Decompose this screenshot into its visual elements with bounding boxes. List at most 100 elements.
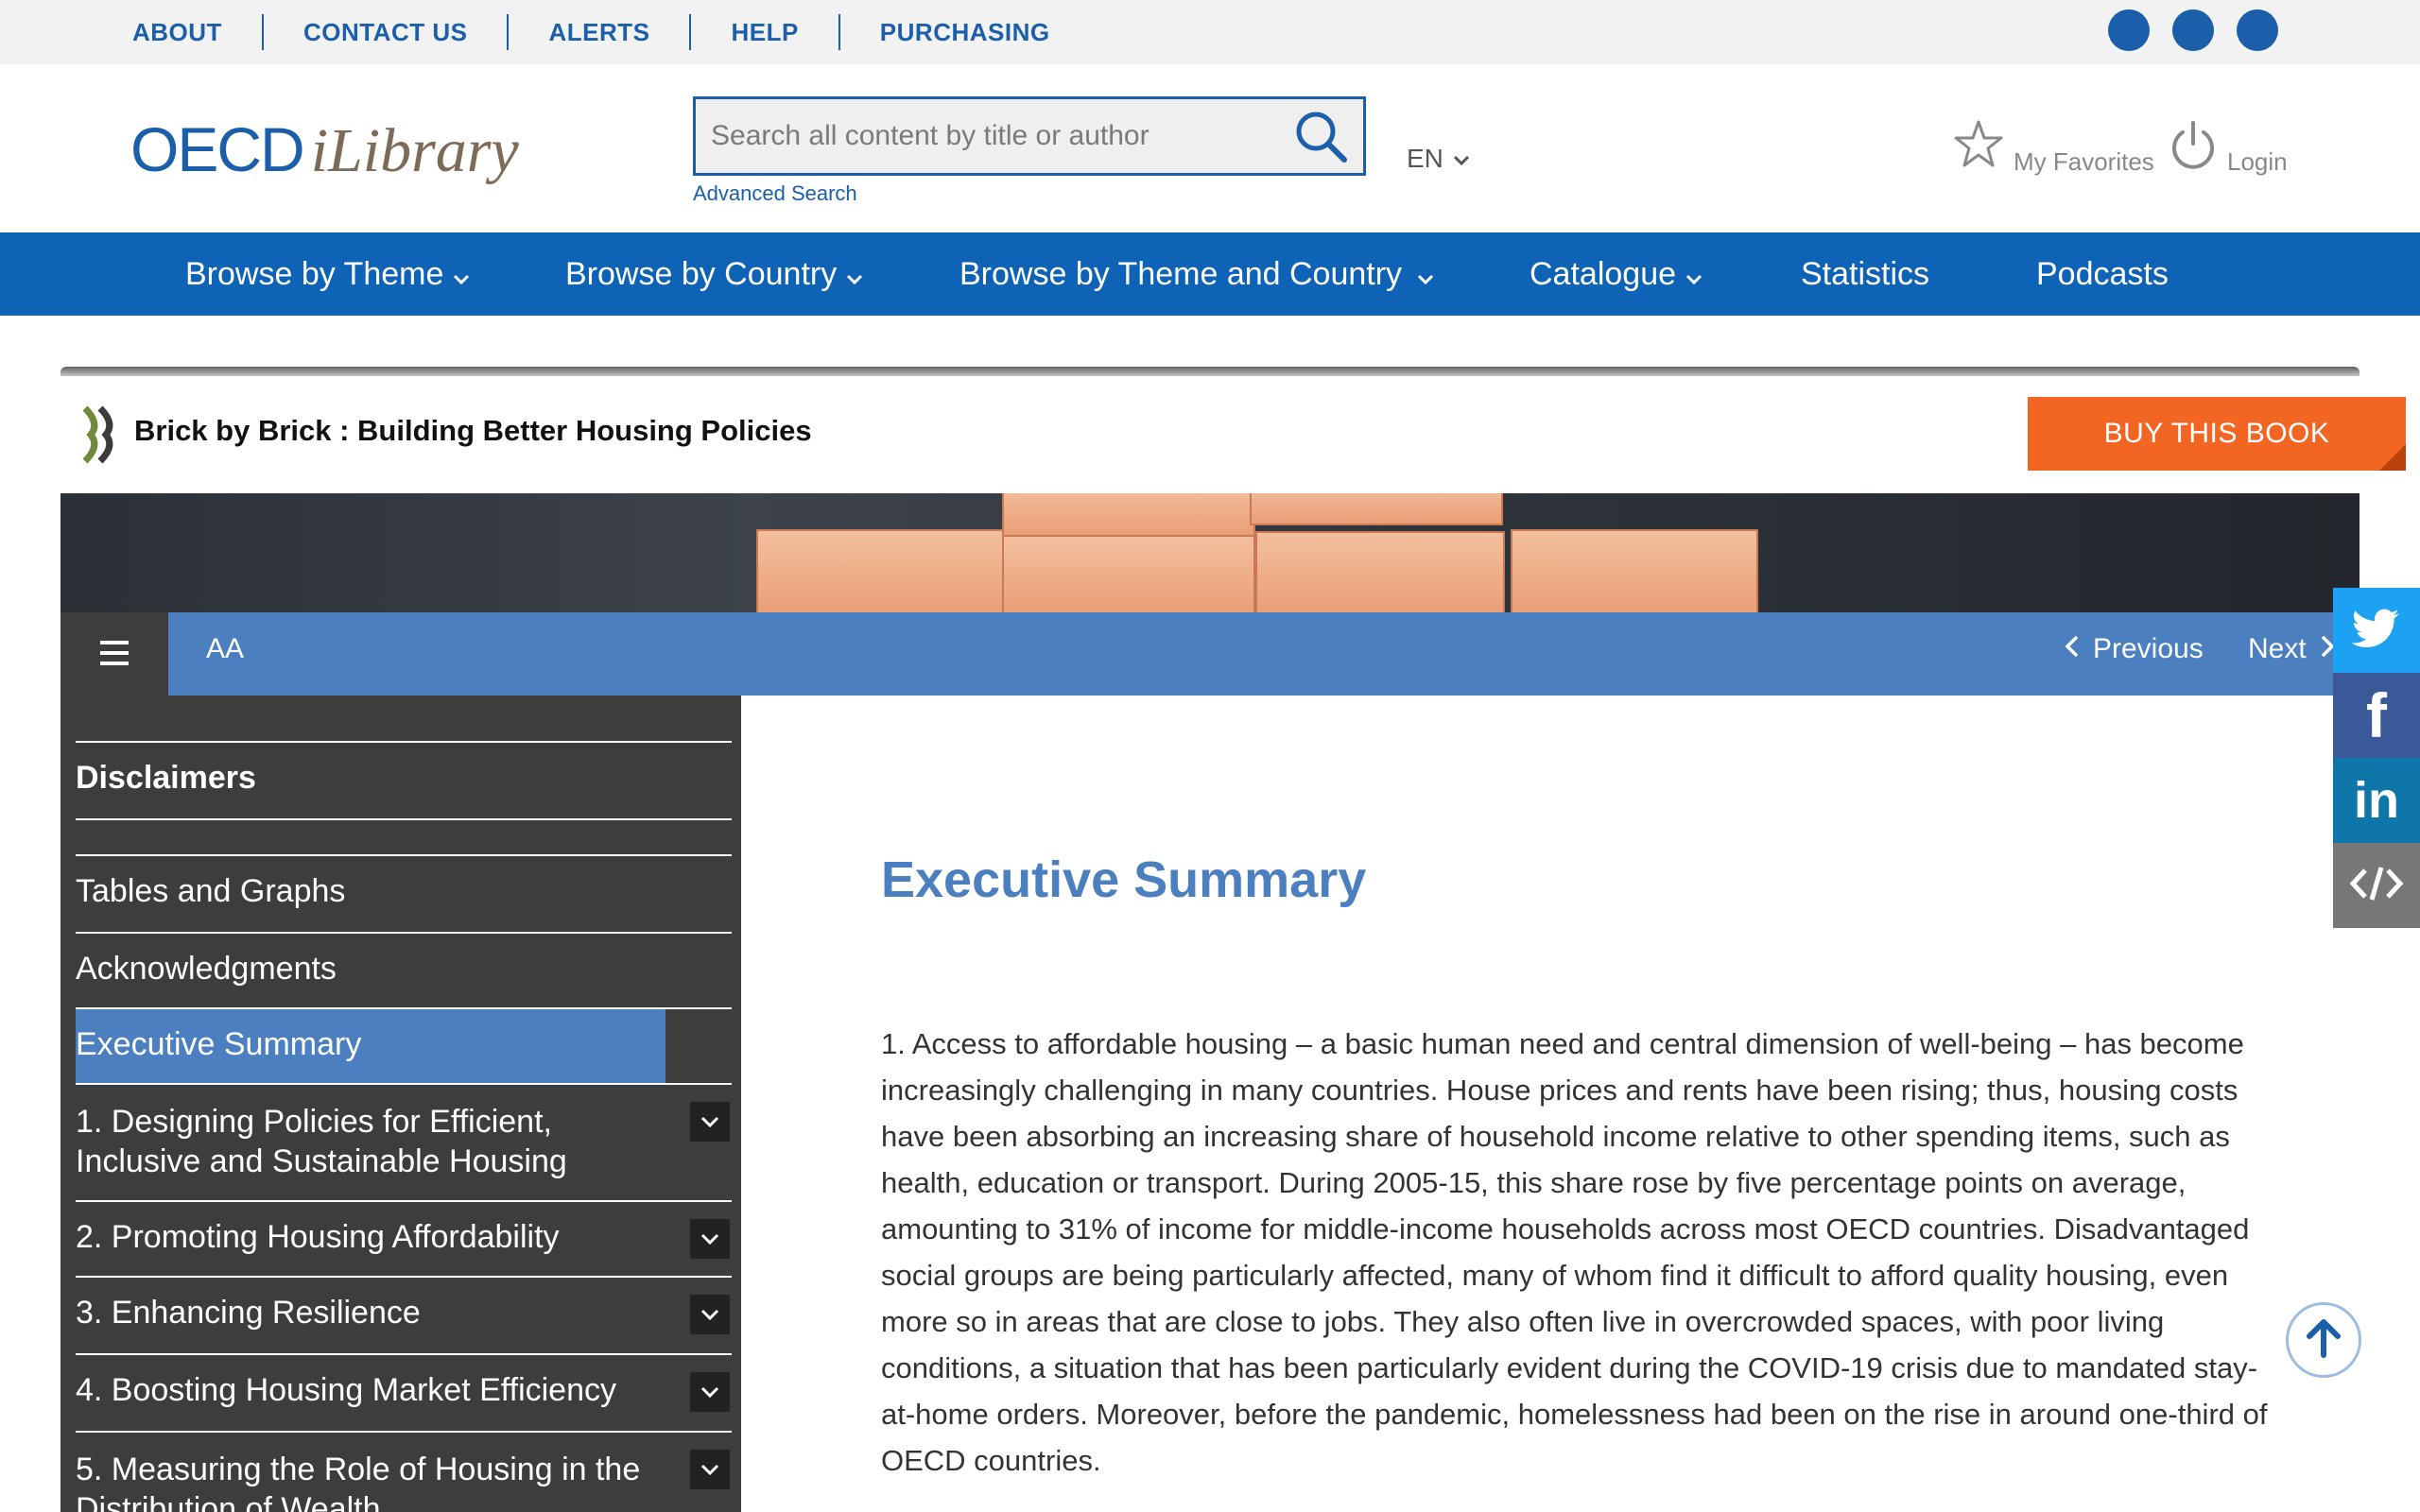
section-title: Executive Summary	[881, 851, 1367, 908]
toc-item-label: 5. Measuring the Role of Housing in the …	[76, 1452, 641, 1512]
chevron-down-icon[interactable]	[690, 1372, 730, 1412]
chevron-down-icon	[1685, 234, 1703, 318]
hamburger-menu-icon	[100, 641, 129, 670]
previous-button[interactable]: Previous	[2065, 633, 2204, 665]
nav-statistics[interactable]: Statistics	[1801, 232, 1929, 316]
chevron-down-icon	[846, 234, 863, 318]
wooden-block	[1002, 493, 1255, 537]
main-nav: Browse by Theme Browse by Country Browse…	[0, 232, 2420, 316]
oecd-ilibrary-logo[interactable]: OECD iLibrary	[130, 113, 519, 187]
login-link[interactable]: Login	[2169, 119, 2288, 177]
nav-browse-by-theme[interactable]: Browse by Theme	[185, 232, 470, 316]
language-selector[interactable]: EN	[1407, 144, 1470, 174]
wooden-block	[1255, 531, 1505, 612]
nav-podcasts[interactable]: Podcasts	[2036, 232, 2169, 316]
nav-label: Browse by Theme and Country	[959, 256, 1403, 292]
nav-catalogue[interactable]: Catalogue	[1530, 232, 1703, 316]
wooden-block	[1511, 529, 1758, 612]
table-of-contents: Disclaimers Tables and Graphs Acknowledg…	[60, 696, 741, 1512]
book-banner-image	[60, 493, 2360, 612]
site-header: OECD iLibrary Advanced Search EN My Favo…	[0, 64, 2420, 232]
chevron-down-icon	[453, 234, 470, 318]
login-label: Login	[2227, 147, 2288, 176]
toc-item-label: 1. Designing Policies for Efficient, Inc…	[76, 1104, 567, 1179]
chevron-down-icon	[1417, 234, 1434, 318]
logo-oecd-text: OECD	[130, 114, 305, 184]
chevron-down-icon[interactable]	[690, 1102, 730, 1142]
book-title: Brick by Brick : Building Better Housing…	[134, 414, 812, 447]
utility-link-contact-us[interactable]: CONTACT US	[261, 14, 508, 50]
book-bar: Brick by Brick : Building Better Housing…	[60, 376, 2406, 493]
toc-item-acknowledgments[interactable]: Acknowledgments	[76, 932, 732, 1007]
chevron-down-icon	[1453, 144, 1470, 174]
next-label: Next	[2248, 633, 2307, 664]
button-corner-notch	[2379, 444, 2406, 471]
utility-nav: ABOUT CONTACT US ALERTS HELP PURCHASING	[132, 0, 1090, 64]
toc-item-label: Executive Summary	[76, 1009, 666, 1083]
utility-link-help[interactable]: HELP	[689, 14, 838, 50]
nav-label: Catalogue	[1530, 256, 1677, 292]
facebook-icon: f	[2366, 680, 2387, 750]
advanced-search-link[interactable]: Advanced Search	[693, 181, 857, 206]
back-to-top-button[interactable]	[2286, 1302, 2361, 1378]
toc-item-tables-and-graphs[interactable]: Tables and Graphs	[76, 854, 732, 932]
toc-item-chapter-3[interactable]: 3. Enhancing Resilience	[76, 1276, 732, 1353]
twitter-icon	[2351, 608, 2401, 654]
my-favorites-label: My Favorites	[2014, 147, 2154, 176]
search-input[interactable]	[696, 99, 1263, 173]
language-label: EN	[1407, 144, 1443, 173]
toc-item-label: Acknowledgments	[76, 951, 337, 987]
power-icon	[2169, 119, 2218, 177]
toc-item-label: 2. Promoting Housing Affordability	[76, 1219, 560, 1255]
share-twitter-button[interactable]	[2333, 588, 2420, 673]
arrow-up-icon	[2305, 1317, 2342, 1364]
chevron-down-icon[interactable]	[690, 1450, 730, 1489]
embed-code-icon	[2349, 865, 2404, 907]
buy-button-label: BUY THIS BOOK	[2103, 418, 2330, 449]
toc-item-label: 4. Boosting Housing Market Efficiency	[76, 1372, 616, 1408]
toc-item-disclaimers[interactable]: Disclaimers	[76, 741, 732, 818]
previous-label: Previous	[2093, 633, 2204, 664]
buy-this-book-button[interactable]: BUY THIS BOOK	[2028, 397, 2406, 471]
oecd-chevrons-icon	[81, 404, 119, 465]
logo-ilibrary-text: iLibrary	[310, 116, 519, 185]
chevron-down-icon[interactable]	[690, 1295, 730, 1334]
toc-item-label: Disclaimers	[76, 760, 256, 796]
chevron-left-icon	[2065, 633, 2080, 665]
utility-link-alerts[interactable]: ALERTS	[507, 14, 689, 50]
toc-divider	[76, 818, 732, 854]
nav-browse-by-theme-and-country[interactable]: Browse by Theme and Country	[959, 232, 1434, 316]
toc-item-chapter-2[interactable]: 2. Promoting Housing Affordability	[76, 1200, 732, 1276]
nav-label: Browse by Country	[565, 256, 838, 292]
nav-label: Browse by Theme	[185, 256, 444, 292]
toc-item-label: 3. Enhancing Resilience	[76, 1295, 421, 1331]
utility-link-purchasing[interactable]: PURCHASING	[838, 14, 1090, 50]
social-icons	[2108, 9, 2278, 51]
reader-toolbar: AA Previous Next	[60, 612, 2360, 696]
share-linkedin-button[interactable]: in	[2333, 758, 2420, 843]
toc-item-chapter-4[interactable]: 4. Boosting Housing Market Efficiency	[76, 1353, 732, 1431]
share-facebook-button[interactable]: f	[2333, 673, 2420, 758]
toc-toggle-button[interactable]	[60, 612, 168, 696]
social-circle-icon[interactable]	[2108, 9, 2150, 51]
chevron-down-icon[interactable]	[690, 1219, 730, 1259]
social-circle-icon[interactable]	[2172, 9, 2214, 51]
wooden-block	[1250, 493, 1503, 525]
toc-item-label: Tables and Graphs	[76, 873, 346, 909]
wooden-block	[756, 529, 1004, 612]
toc-item-chapter-5[interactable]: 5. Measuring the Role of Housing in the …	[76, 1431, 732, 1512]
toc-item-chapter-1[interactable]: 1. Designing Policies for Efficient, Inc…	[76, 1083, 732, 1200]
search-icon[interactable]	[1293, 109, 1350, 165]
linkedin-icon: in	[2354, 772, 2399, 829]
body-paragraph: 1. Access to affordable housing – a basi…	[881, 1027, 2268, 1477]
font-size-toggle[interactable]: AA	[206, 633, 244, 665]
nav-browse-by-country[interactable]: Browse by Country	[565, 232, 863, 316]
my-favorites-link[interactable]: My Favorites	[1953, 119, 2154, 177]
utility-link-about[interactable]: ABOUT	[132, 14, 262, 50]
social-circle-icon[interactable]	[2237, 9, 2278, 51]
share-embed-button[interactable]	[2333, 843, 2420, 928]
wooden-block	[1002, 535, 1255, 612]
search-box	[693, 96, 1366, 176]
next-button[interactable]: Next	[2248, 633, 2335, 665]
toc-item-executive-summary[interactable]: Executive Summary	[76, 1007, 732, 1083]
